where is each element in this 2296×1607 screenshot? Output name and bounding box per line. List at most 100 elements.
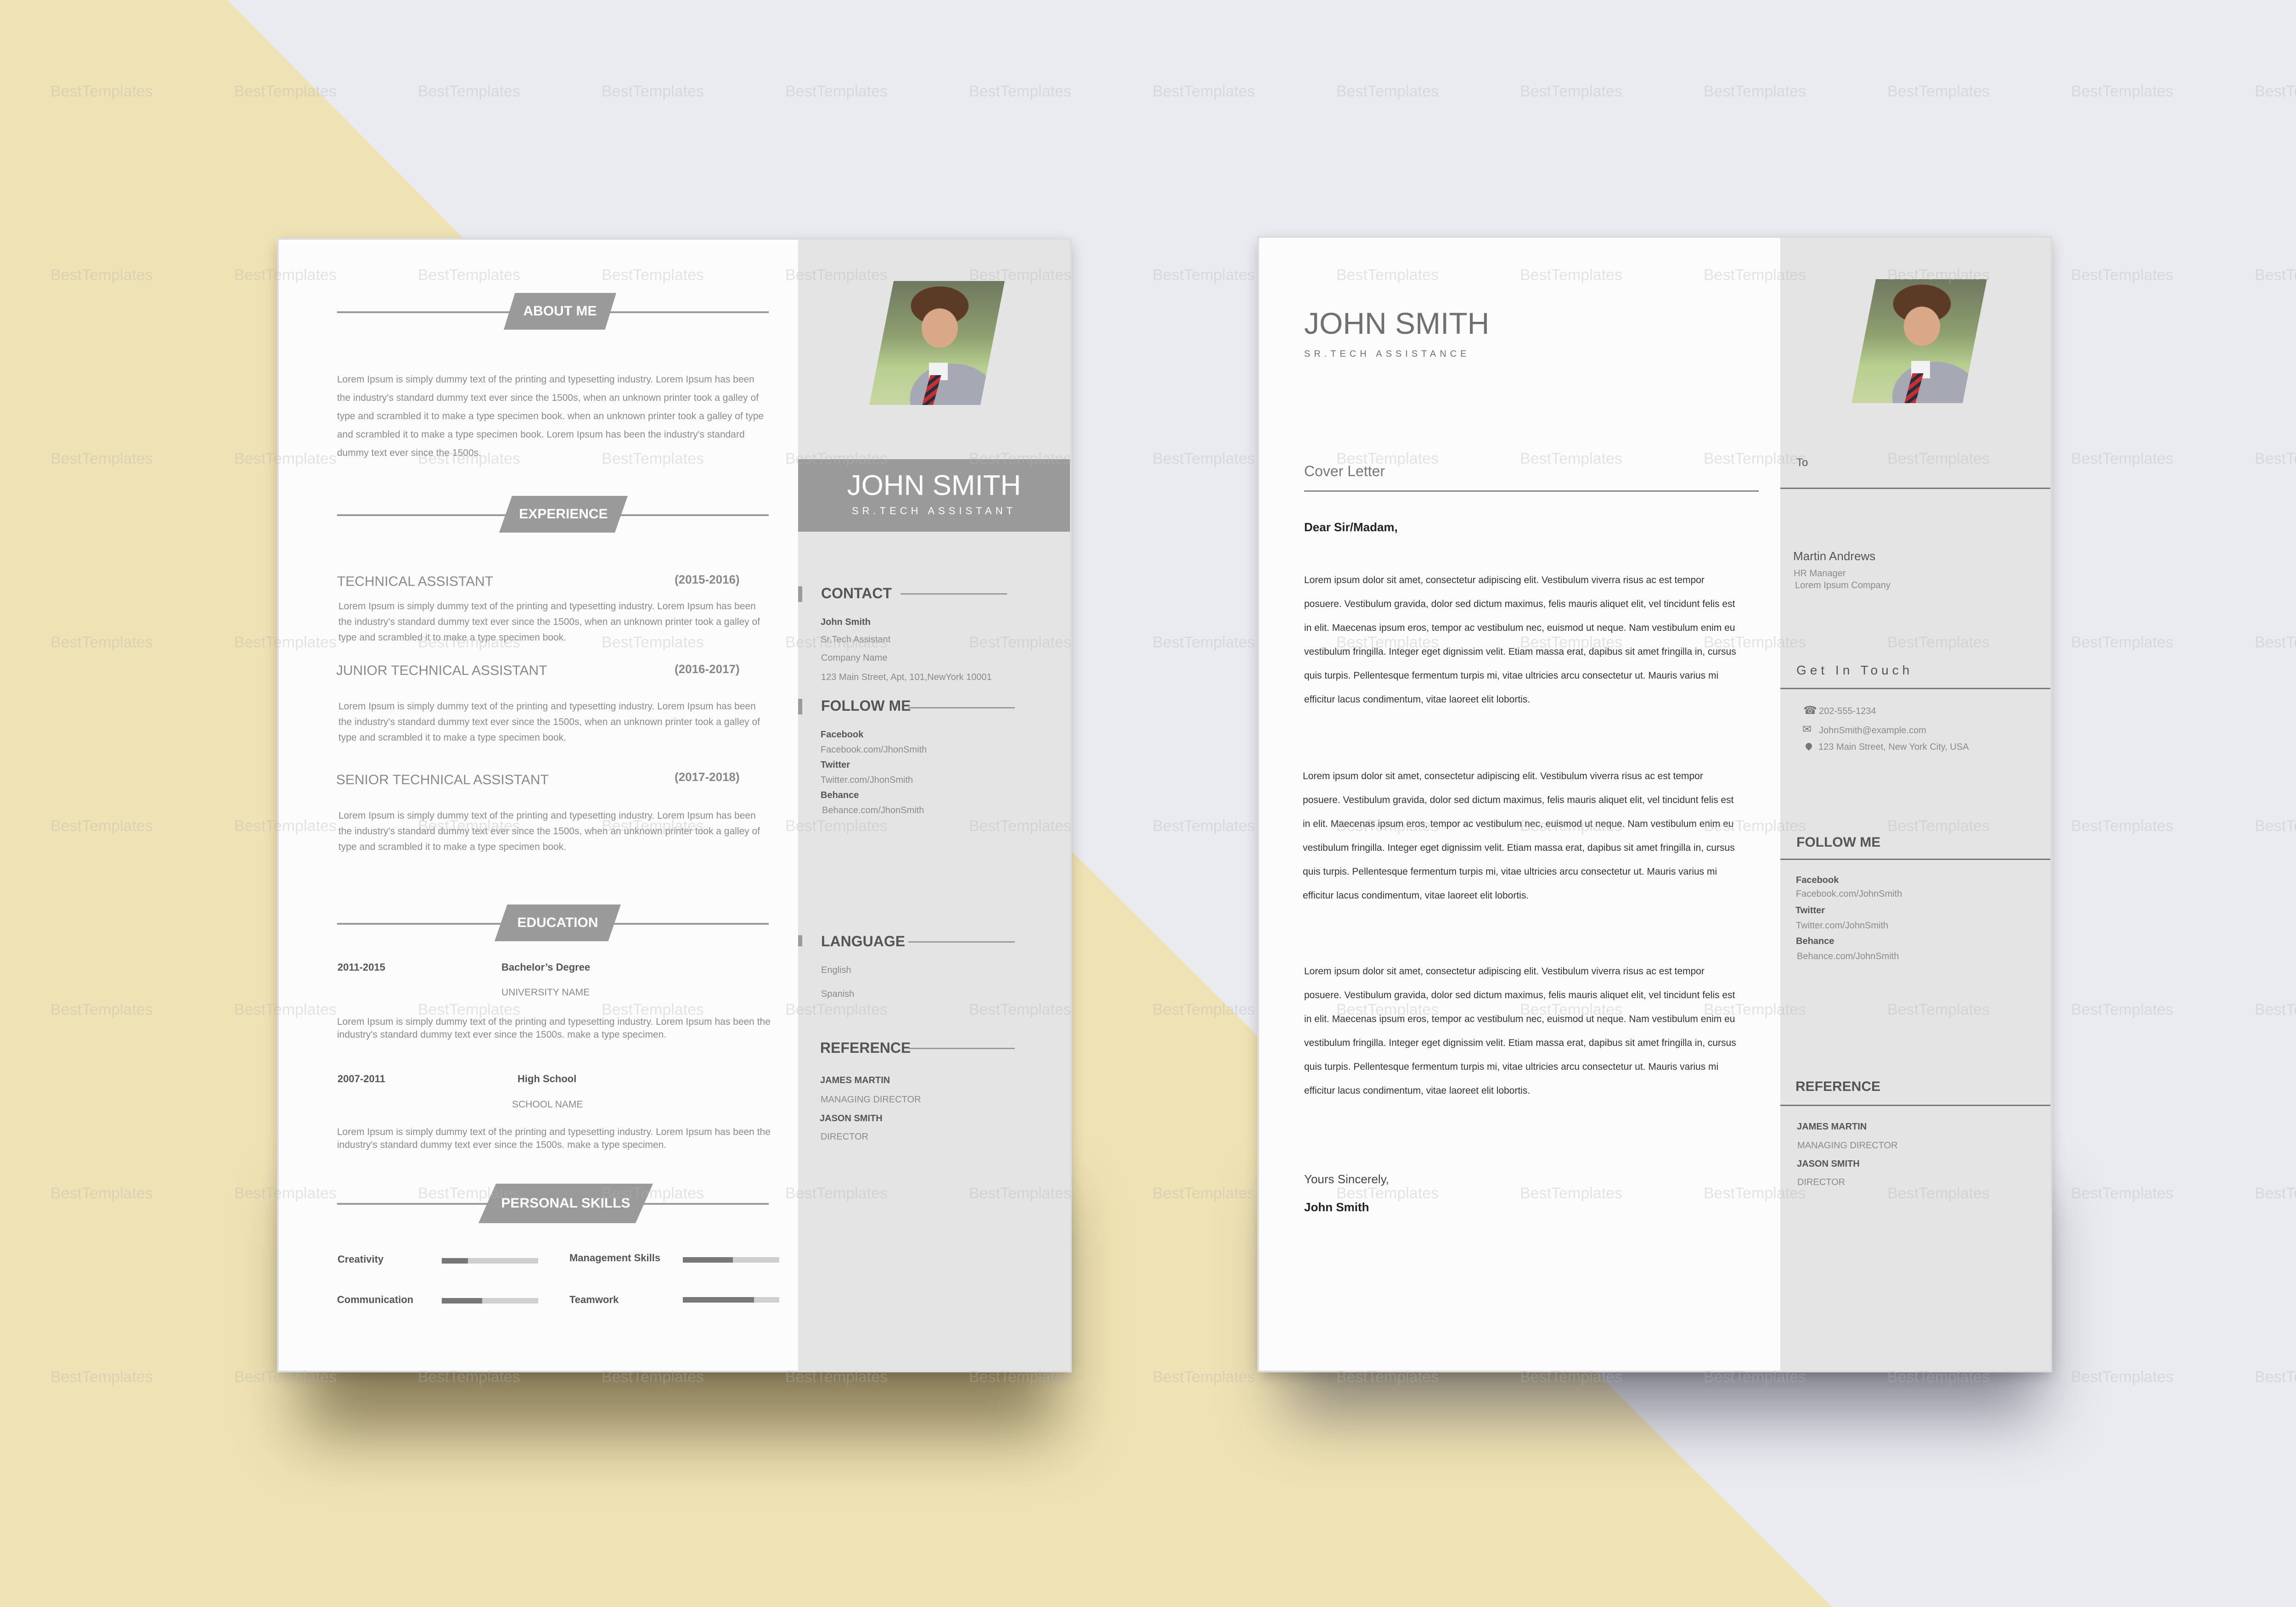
about-heading: ABOUT ME — [504, 293, 616, 330]
watermark-text: BestTemplates — [1704, 1185, 1806, 1202]
social-link-facebook[interactable]: Facebook.com/JohnSmith — [1796, 889, 1902, 899]
watermark-text: BestTemplates — [1520, 266, 1622, 284]
watermark-text: BestTemplates — [785, 450, 888, 467]
watermark-text: BestTemplates — [2255, 817, 2296, 835]
watermark-text: BestTemplates — [1520, 1185, 1622, 1202]
job-title: TECHNICAL ASSISTANT — [337, 574, 494, 589]
education-school: UNIVERSITY NAME — [501, 987, 590, 998]
recipient-name: Martin Andrews — [1793, 549, 1876, 563]
watermark-text: BestTemplates — [969, 1185, 1071, 1202]
resume-title: SR.TECH ASSISTANT — [851, 505, 1017, 517]
language-item: English — [821, 965, 851, 975]
watermark-text: BestTemplates — [1887, 83, 1990, 100]
social-label-facebook: Facebook — [1796, 875, 1839, 885]
location-pin-icon — [1804, 742, 1813, 751]
watermark-text: BestTemplates — [234, 634, 337, 651]
skill-bar-fill — [683, 1297, 754, 1303]
reference-divider — [1780, 1105, 2050, 1106]
address: 123 Main Street, New York City, USA — [1818, 742, 1969, 752]
watermark-text: BestTemplates — [418, 450, 520, 467]
watermark-text: BestTemplates — [1336, 450, 1439, 467]
watermark-text: BestTemplates — [234, 1368, 337, 1386]
follow-divider — [1780, 859, 2050, 860]
watermark-text: BestTemplates — [2071, 1368, 2173, 1386]
reference-heading: REFERENCE — [1795, 1079, 1881, 1094]
social-link-facebook[interactable]: Facebook.com/JhonSmith — [821, 745, 927, 755]
skill-bar — [683, 1297, 779, 1303]
watermark-text: BestTemplates — [1153, 1001, 1255, 1018]
social-link-twitter[interactable]: Twitter.com/JhonSmith — [821, 775, 913, 786]
watermark-text: BestTemplates — [2071, 266, 2173, 284]
social-label-behance: Behance — [821, 790, 859, 800]
watermark-text: BestTemplates — [602, 1001, 704, 1018]
experience-heading: EXPERIENCE — [499, 496, 628, 533]
profile-photo — [869, 281, 1005, 405]
watermark-text: BestTemplates — [234, 1001, 337, 1018]
reference-name: JASON SMITH — [820, 1113, 883, 1124]
reference-name: JAMES MARTIN — [1797, 1122, 1867, 1132]
watermark-text: BestTemplates — [969, 817, 1071, 835]
social-link-behance[interactable]: Behance.com/JhonSmith — [822, 805, 924, 816]
watermark-text: BestTemplates — [1704, 450, 1806, 467]
social-link-twitter[interactable]: Twitter.com/JohnSmith — [1796, 921, 1888, 931]
email-address[interactable]: JohnSmith@example.com — [1819, 725, 1926, 736]
watermark-text: BestTemplates — [234, 450, 337, 467]
watermark-text: BestTemplates — [418, 83, 520, 100]
watermark-text: BestTemplates — [2071, 634, 2173, 651]
watermark-text: BestTemplates — [2255, 1368, 2296, 1386]
watermark-text: BestTemplates — [785, 634, 888, 651]
follow-heading: FOLLOW ME — [1796, 835, 1881, 850]
social-link-behance[interactable]: Behance.com/JohnSmith — [1797, 951, 1899, 962]
watermark-text: BestTemplates — [969, 634, 1071, 651]
job-years: (2015-2016) — [675, 573, 740, 586]
education-heading: EDUCATION — [495, 905, 621, 941]
language-divider — [908, 941, 1015, 943]
watermark-text: BestTemplates — [1520, 83, 1622, 100]
watermark-text: BestTemplates — [969, 1368, 1071, 1386]
job-years: (2017-2018) — [675, 770, 740, 784]
job-years: (2016-2017) — [675, 662, 740, 676]
education-degree: High School — [518, 1073, 577, 1084]
recipient-role: HR Manager — [1794, 568, 1846, 579]
watermark-text: BestTemplates — [2071, 83, 2173, 100]
social-label-facebook: Facebook — [821, 730, 864, 740]
watermark-text: BestTemplates — [51, 817, 153, 835]
watermark-text: BestTemplates — [234, 1185, 337, 1202]
watermark-text: BestTemplates — [1704, 1001, 1806, 1018]
language-marker — [798, 935, 802, 946]
watermark-text: BestTemplates — [51, 83, 153, 100]
watermark-text: BestTemplates — [1336, 817, 1439, 835]
watermark-text: BestTemplates — [1704, 1368, 1806, 1386]
watermark-text: BestTemplates — [51, 450, 153, 467]
education-description: Lorem Ipsum is simply dummy text of the … — [337, 1017, 771, 1040]
watermark-text: BestTemplates — [2255, 1001, 2296, 1018]
to-divider — [1780, 488, 2050, 489]
email-icon: ✉ — [1802, 723, 1812, 736]
get-in-touch-heading: Get In Touch — [1796, 663, 1913, 677]
skill-bar — [683, 1257, 779, 1263]
about-text: Lorem Ipsum is simply dummy text of the … — [337, 374, 764, 458]
job-title: SENIOR TECHNICAL ASSISTANT — [336, 772, 549, 787]
job-title: JUNIOR TECHNICAL ASSISTANT — [336, 663, 547, 678]
language-item: Spanish — [821, 989, 855, 999]
watermark-text: BestTemplates — [1153, 450, 1255, 467]
watermark-text: BestTemplates — [602, 450, 704, 467]
watermark-text: BestTemplates — [1520, 817, 1622, 835]
cover-title: SR.TECH ASSISTANCE — [1304, 349, 1470, 359]
education-years: 2011-2015 — [338, 961, 385, 973]
cover-name: JOHN SMITH — [1304, 306, 1490, 340]
watermark-text: BestTemplates — [418, 266, 520, 284]
touch-divider — [1780, 688, 2050, 689]
follow-marker — [798, 699, 802, 714]
education-degree: Bachelor’s Degree — [501, 961, 591, 973]
follow-divider — [908, 707, 1015, 708]
skill-bar-fill — [683, 1257, 733, 1263]
watermark-text: BestTemplates — [2071, 1185, 2173, 1202]
watermark-text: BestTemplates — [2255, 450, 2296, 467]
watermark-text: BestTemplates — [1887, 634, 1990, 651]
watermark-text: BestTemplates — [1887, 1368, 1990, 1386]
contact-address: 123 Main Street, Apt, 101,NewYork 10001 — [821, 672, 992, 682]
watermark-text: BestTemplates — [1520, 1368, 1622, 1386]
watermark-text: BestTemplates — [969, 1001, 1071, 1018]
skill-bar-fill — [442, 1258, 468, 1264]
